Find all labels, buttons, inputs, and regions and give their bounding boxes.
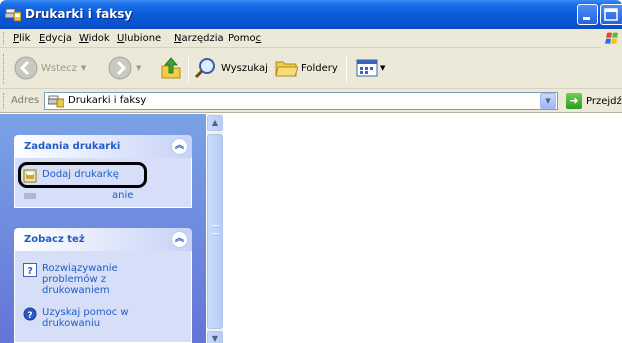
printers-folder-icon bbox=[48, 95, 64, 108]
scroll-down-icon[interactable]: ▼ bbox=[207, 331, 223, 343]
back-label: Wstecz bbox=[41, 62, 77, 74]
menu-tools[interactable]: Narzędzia bbox=[174, 33, 224, 44]
see-also-title: Zobacz też bbox=[24, 234, 85, 245]
window-title: Drukarki i faksy bbox=[25, 7, 133, 21]
menu-grip[interactable] bbox=[3, 32, 6, 45]
folders-label: Foldery bbox=[301, 62, 338, 74]
scroll-thumb[interactable] bbox=[207, 134, 223, 329]
back-arrow-icon bbox=[14, 56, 38, 80]
minimize-icon bbox=[583, 17, 590, 20]
get-help-printing-label: Uzyskaj pomoc w drukowaniu bbox=[42, 307, 129, 329]
go-button[interactable]: ➜ Przejdź bbox=[566, 93, 622, 109]
minimize-button[interactable] bbox=[577, 4, 598, 25]
menu-edit[interactable]: Edycja bbox=[39, 33, 72, 44]
maximize-button[interactable] bbox=[600, 4, 622, 25]
printers-folder-icon bbox=[5, 8, 21, 22]
address-bar: Adres Drukarki i faksy ▼ ➜ Przejdź bbox=[0, 89, 622, 113]
partial-task-label: anie bbox=[112, 190, 134, 201]
address-value: Drukarki i faksy bbox=[68, 95, 147, 106]
collapse-chevron-icon[interactable]: ︽ bbox=[171, 138, 188, 155]
svg-text:?: ? bbox=[27, 266, 33, 277]
address-grip[interactable] bbox=[3, 93, 6, 109]
see-also-body: ? Rozwiązywanie problemów z drukowaniem … bbox=[14, 251, 192, 343]
search-label: Wyszukaj bbox=[221, 62, 268, 74]
help-circle-icon: ? bbox=[23, 307, 37, 321]
task-pane: Zadania drukarki ︽ Dodaj drukarkę Zobacz… bbox=[0, 114, 206, 343]
scroll-grip bbox=[212, 225, 219, 234]
views-icon bbox=[356, 59, 378, 77]
help-icon: ? bbox=[23, 263, 37, 277]
menu-file[interactable]: Plik bbox=[13, 33, 30, 44]
troubleshoot-printing-label: Rozwiązywanie problemów z drukowaniem bbox=[42, 263, 118, 296]
maximize-icon bbox=[604, 8, 618, 21]
standard-toolbar: Wstecz ▼ ▼ Wyszukaj Foldery ▼ bbox=[0, 48, 622, 89]
printer-tasks-header[interactable]: Zadania drukarki ︽ bbox=[14, 135, 192, 158]
svg-text:?: ? bbox=[27, 311, 32, 321]
printer-tasks-title: Zadania drukarki bbox=[24, 141, 121, 152]
views-dropdown-icon[interactable]: ▼ bbox=[380, 64, 385, 72]
up-button[interactable] bbox=[160, 55, 182, 81]
forward-button[interactable]: ▼ bbox=[108, 55, 141, 81]
menu-bar: Plik Edycja Widok Ulubione Narzędzia Pom… bbox=[0, 29, 622, 48]
toolbar-separator bbox=[346, 56, 347, 82]
menu-help[interactable]: Pomoc bbox=[228, 33, 261, 44]
printer-icon bbox=[24, 193, 36, 199]
get-help-printing-link[interactable]: ? Uzyskaj pomoc w drukowaniu bbox=[23, 307, 152, 329]
address-label: Adres bbox=[11, 95, 40, 106]
views-button[interactable]: ▼ bbox=[356, 55, 385, 81]
address-input[interactable]: Drukarki i faksy bbox=[44, 92, 558, 110]
go-label: Przejdź bbox=[586, 95, 622, 107]
address-dropdown-icon[interactable]: ▼ bbox=[540, 93, 556, 109]
collapse-chevron-icon[interactable]: ︽ bbox=[171, 231, 188, 248]
highlight-annotation bbox=[18, 162, 147, 188]
menu-favorites[interactable]: Ulubione bbox=[117, 33, 161, 44]
obscured-task[interactable] bbox=[23, 188, 37, 202]
title-bar[interactable]: Drukarki i faksy bbox=[0, 0, 622, 29]
go-arrow-icon: ➜ bbox=[566, 93, 582, 109]
windows-logo-icon bbox=[601, 30, 622, 48]
toolbar-separator bbox=[188, 56, 189, 82]
folders-icon bbox=[275, 61, 298, 77]
menu-view[interactable]: Widok bbox=[79, 33, 110, 44]
folders-button[interactable]: Foldery bbox=[274, 55, 338, 81]
see-also-header[interactable]: Zobacz też ︽ bbox=[14, 228, 192, 251]
back-button[interactable]: Wstecz ▼ bbox=[14, 55, 86, 81]
troubleshoot-printing-link[interactable]: ? Rozwiązywanie problemów z drukowaniem bbox=[23, 263, 152, 296]
scroll-up-icon[interactable]: ▲ bbox=[207, 115, 223, 131]
search-button[interactable]: Wyszukaj bbox=[194, 55, 268, 81]
toolbar-grip[interactable] bbox=[3, 54, 6, 84]
task-pane-scrollbar[interactable]: ▲ ▼ bbox=[207, 114, 223, 343]
forward-arrow-icon bbox=[108, 56, 132, 80]
search-icon bbox=[194, 58, 215, 79]
forward-dropdown-icon[interactable]: ▼ bbox=[136, 64, 141, 72]
back-dropdown-icon[interactable]: ▼ bbox=[81, 64, 86, 72]
folder-up-icon bbox=[161, 57, 181, 79]
